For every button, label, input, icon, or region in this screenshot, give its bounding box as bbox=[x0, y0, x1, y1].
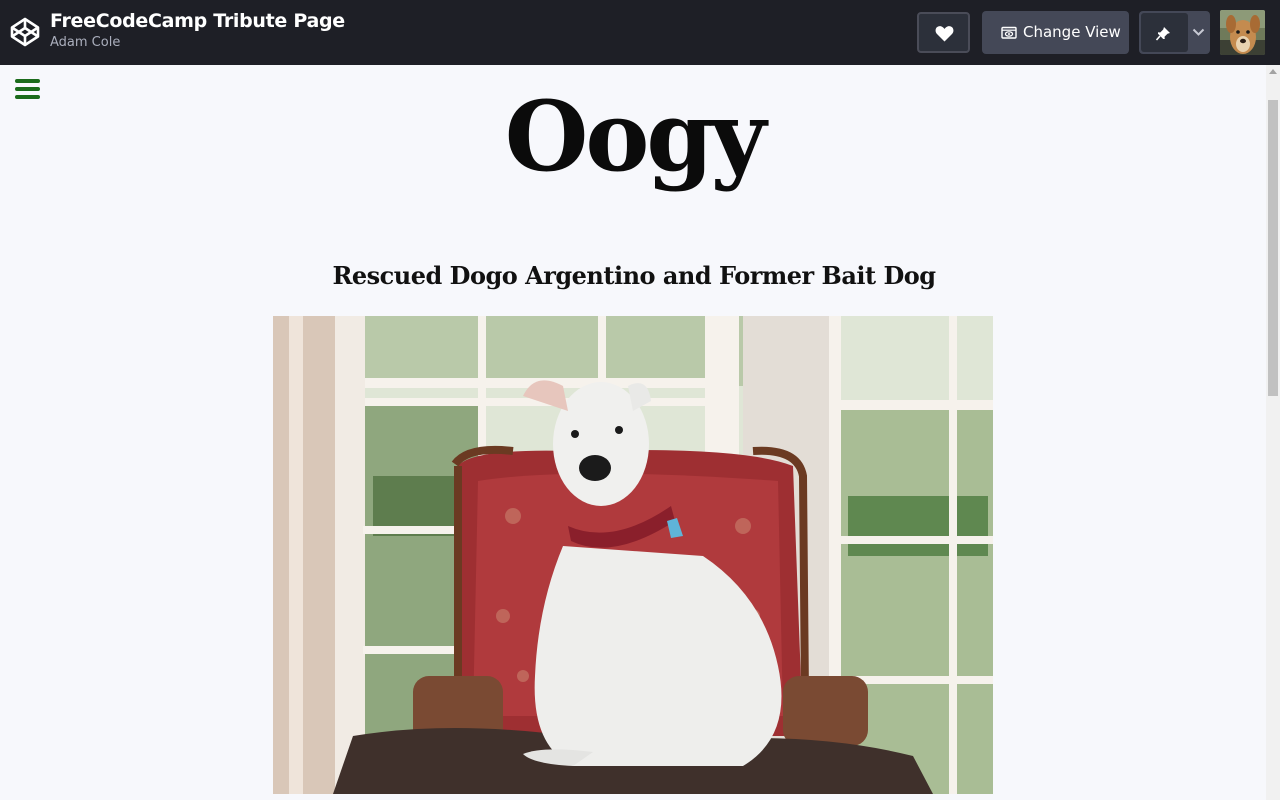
heart-icon bbox=[935, 26, 954, 42]
dog-photo bbox=[273, 316, 993, 794]
dog-avatar-image bbox=[1220, 10, 1265, 55]
pin-button[interactable] bbox=[1141, 13, 1188, 52]
pen-info: FreeCodeCamp Tribute Page Adam Cole bbox=[50, 9, 345, 53]
chevron-down-icon bbox=[1192, 28, 1205, 36]
like-button[interactable] bbox=[917, 12, 970, 53]
pen-title: FreeCodeCamp Tribute Page bbox=[50, 10, 345, 32]
pin-options-button[interactable] bbox=[1189, 13, 1208, 52]
pen-author-link[interactable]: Adam Cole bbox=[50, 33, 345, 53]
change-view-button[interactable]: Change View bbox=[982, 11, 1129, 54]
scroll-up-arrow-icon[interactable] bbox=[1269, 69, 1277, 74]
user-avatar[interactable] bbox=[1220, 10, 1265, 55]
change-view-label: Change View bbox=[1023, 23, 1121, 41]
codepen-logo-icon[interactable] bbox=[9, 16, 41, 48]
page-subtitle: Rescued Dogo Argentino and Former Bait D… bbox=[332, 261, 936, 290]
page-scrollbar[interactable] bbox=[1266, 65, 1280, 800]
pin-icon bbox=[1156, 25, 1170, 41]
pin-button-group bbox=[1139, 11, 1210, 54]
scroll-thumb[interactable] bbox=[1268, 100, 1278, 396]
eye-icon bbox=[1001, 26, 1017, 39]
page-title: Oogy bbox=[504, 80, 767, 193]
codepen-header: FreeCodeCamp Tribute Page Adam Cole Chan… bbox=[0, 0, 1280, 65]
